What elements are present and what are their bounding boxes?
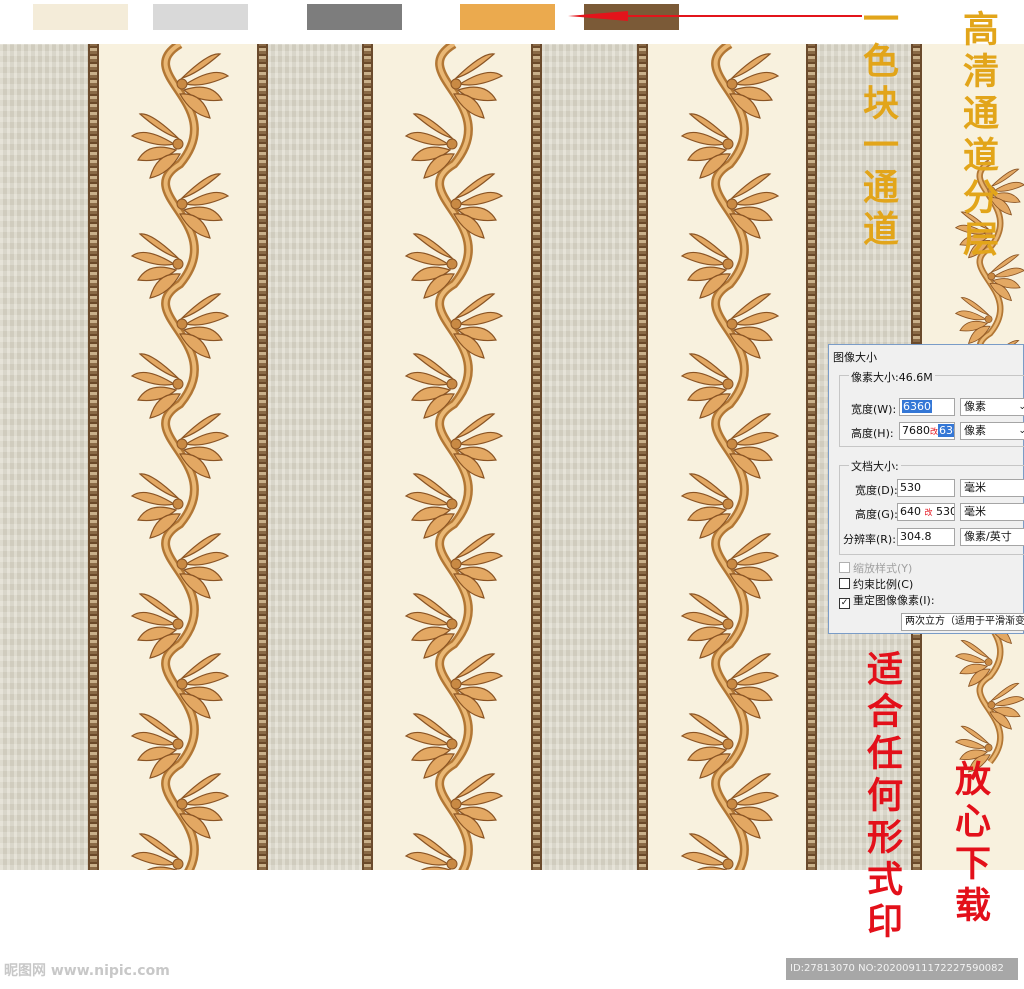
grey-stripe — [0, 44, 88, 870]
resolution-unit-value: 像素/英寸 — [964, 530, 1012, 543]
doc-width-label: 宽度(D): — [855, 484, 898, 497]
resolution-unit-select[interactable]: 像素/英寸 — [960, 528, 1024, 546]
pixel-dimensions-label: 像素大小:46.6M — [849, 369, 935, 385]
image-id-bar: ID:27813070 NO:20200911172227590082 — [786, 958, 1018, 980]
doc-height-old-value: 640 — [900, 505, 921, 518]
doc-height-label: 高度(G): — [855, 508, 898, 521]
chevron-down-icon: ⌄ — [1018, 402, 1024, 412]
image-size-dialog: 图像大小 像素大小:46.6M 宽度(W): 6360 像素 ⌄ 高度(H): 7… — [828, 344, 1024, 634]
ornament-border — [88, 44, 99, 870]
height-unit-select[interactable]: 像素 ⌄ — [960, 422, 1024, 440]
ornament-border — [806, 44, 817, 870]
height-input[interactable]: 7680改6360 — [899, 422, 955, 440]
doc-height-unit-value: 毫米 — [964, 505, 986, 518]
checkbox-box — [839, 562, 850, 573]
left-vertical-text: 一色块一通道 — [857, 0, 899, 252]
doc-height-change-mark: 改 — [924, 508, 933, 517]
acanthus-vine-center — [404, 44, 504, 870]
chevron-down-icon: ⌄ — [1018, 426, 1024, 436]
swatch-dark-grey — [307, 4, 402, 30]
scale-styles-checkbox[interactable]: 缩放样式(Y) — [839, 560, 912, 576]
constrain-label: 约束比例(C) — [853, 578, 914, 591]
doc-height-value: 530 — [936, 505, 955, 518]
width-value: 6360 — [902, 400, 932, 413]
resample-checkbox[interactable]: ✓ 重定图像像素(I): — [839, 592, 935, 609]
document-size-label: 文档大小: — [849, 458, 901, 474]
height-value: 6360 — [938, 424, 954, 437]
width-label: 宽度(W): — [851, 403, 897, 416]
acanthus-vine-right — [680, 44, 780, 870]
acanthus-vine-left — [130, 44, 230, 870]
checkbox-box — [839, 578, 850, 589]
width-unit-value: 像素 — [964, 400, 986, 413]
ornament-border — [362, 44, 373, 870]
doc-width-unit-value: 毫米 — [964, 481, 986, 494]
height-label: 高度(H): — [851, 427, 894, 440]
resample-method-select[interactable]: 两次立方（适用于平滑渐变 — [901, 613, 1024, 631]
ornament-border — [637, 44, 648, 870]
resolution-input[interactable]: 304.8 — [897, 528, 955, 546]
height-unit-value: 像素 — [964, 424, 986, 437]
red-left-text: 适合任何形式印 — [861, 650, 903, 944]
doc-width-unit-select[interactable]: 毫米 — [960, 479, 1024, 497]
red-right-text: 放心下载 — [949, 760, 991, 928]
ornament-border — [257, 44, 268, 870]
constrain-proportions-checkbox[interactable]: 约束比例(C) — [839, 576, 913, 592]
doc-height-unit-select[interactable]: 毫米 — [960, 503, 1024, 521]
right-vertical-text: 高清通道分层 — [957, 10, 999, 262]
checkmark-icon: ✓ — [839, 598, 850, 609]
height-change-mark: 改 — [930, 427, 938, 436]
doc-height-input[interactable]: 640 改 530 — [897, 503, 955, 521]
resample-label: 重定图像像素(I): — [853, 594, 935, 607]
nipic-logo: 昵图网 www.nipic.com — [4, 963, 170, 979]
swatch-light-grey — [153, 4, 248, 30]
dialog-title: 图像大小 — [833, 351, 877, 364]
doc-width-input[interactable]: 530 — [897, 479, 955, 497]
grey-stripe — [268, 44, 362, 870]
arrow-left-icon — [568, 11, 862, 21]
scale-styles-label: 缩放样式(Y) — [853, 562, 913, 575]
resolution-label: 分辨率(R): — [843, 533, 896, 546]
width-input[interactable]: 6360 — [899, 398, 955, 416]
grey-stripe — [542, 44, 637, 870]
swatch-gold — [460, 4, 555, 30]
width-unit-select[interactable]: 像素 ⌄ — [960, 398, 1024, 416]
swatch-cream — [33, 4, 128, 30]
height-old-value: 7680 — [902, 424, 930, 437]
ornament-border — [531, 44, 542, 870]
